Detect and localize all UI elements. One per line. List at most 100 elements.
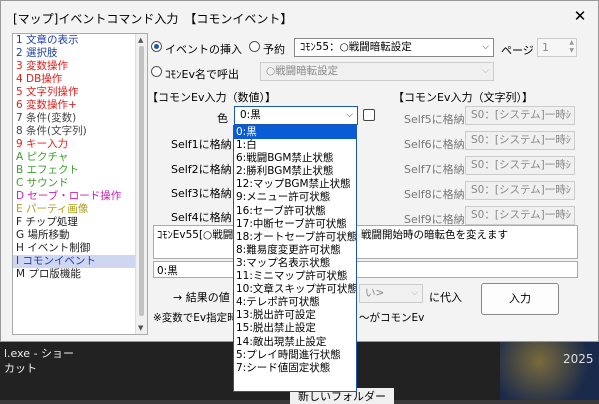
color-option[interactable]: 15:脱出禁止設定 [234, 322, 356, 335]
sidebar-item[interactable]: 1 文章の表示 [13, 34, 135, 47]
close-icon[interactable]: ✕ [568, 4, 592, 28]
sidebar-item[interactable]: 3 変数操作 [13, 60, 135, 73]
color-select-value: 0:黒 [240, 109, 261, 121]
input-button[interactable]: 入力 [481, 283, 559, 315]
self9-select[interactable]: S0：[システム]一時ｼ ⌵ [465, 206, 575, 225]
color-option[interactable]: 17:中断セーブ許可状態 [234, 218, 356, 231]
chevron-down-icon: ⌵ [411, 288, 418, 298]
chevron-down-icon: ⌵ [563, 210, 570, 220]
description-box: ｺﾓﾝEv55[○戦闘 戦闘開始時の暗転色を変えます [153, 225, 578, 259]
window-title: [マップ]イベントコマンド入力 【コモンイベント】 [13, 12, 293, 26]
self7-select[interactable]: S0：[システム]一時ｼ ⌵ [465, 156, 575, 175]
sidebar-item[interactable]: 9 キー入力 [13, 138, 135, 151]
color-option[interactable]: 5:プレイ時間進行状態 [234, 349, 356, 362]
chevron-down-icon: ⌵ [482, 42, 489, 52]
common-event-select-value: ｺﾓﾝ55：○戦闘暗転設定 [300, 41, 412, 53]
sidebar-item[interactable]: E パーティ画像 [13, 203, 135, 216]
color-select[interactable]: 0:黒 ⌵ [234, 106, 358, 125]
result-label: → 結果の値 [173, 291, 230, 304]
color-option[interactable]: 16:セーブ許可状態 [234, 205, 356, 218]
description-value-box: 0:黒 [153, 261, 578, 278]
color-option[interactable]: 4:テレポ許可状態 [234, 296, 356, 309]
color-checkbox[interactable] [363, 109, 375, 121]
input-button-label: 入力 [509, 292, 531, 305]
chevron-down-icon: ⌵ [563, 185, 570, 195]
self5-value: S0：[システム]一時ｼ [471, 109, 571, 121]
sidebar-item[interactable]: B エフェクト [13, 164, 135, 177]
sidebar-item[interactable]: D セーブ・ロード操作 [13, 190, 135, 203]
color-option[interactable]: 18:オートセーブ許可状態 [234, 231, 356, 244]
event-insert-radio[interactable] [151, 41, 162, 52]
color-label: 色 [217, 112, 228, 125]
color-option[interactable]: 8:難易度変更許可状態 [234, 244, 356, 257]
self6-label: Self6に格納 [404, 138, 465, 151]
sidebar-item[interactable]: C サウンド [13, 177, 135, 190]
sidebar-item[interactable]: H イベント制御 [13, 242, 135, 255]
page-spinner[interactable]: 1 ▲ ▼ [537, 38, 577, 57]
reserve-radio[interactable] [249, 41, 260, 52]
command-list[interactable]: 1 文章の表示 2 選択肢 3 変数操作 4 DB操作 5 文字列操作 6 変数操作+ 7 … [12, 33, 148, 335]
color-dropdown-list[interactable]: 0:黒 1:白 6:戦闘BGM禁止状態 2:勝利BGM禁止状態 12:マップBGM禁止状… [233, 125, 357, 392]
self8-value: S0：[システム]一時ｼ [471, 184, 571, 196]
scroll-thumb[interactable] [139, 46, 144, 316]
description-value: 0:黒 [157, 265, 178, 277]
call-by-name-select[interactable]: ○戦闘暗転設定 ⌵ [260, 62, 494, 81]
chevron-down-icon: ⌵ [563, 135, 570, 145]
call-by-name-radio[interactable] [151, 66, 162, 77]
sidebar-item[interactable]: 8 条件(文字列) [13, 125, 135, 138]
scroll-up-icon[interactable]: ▲ [138, 36, 143, 44]
common-event-select[interactable]: ｺﾓﾝ55：○戦闘暗転設定 ⌵ [294, 38, 494, 57]
scroll-down-icon[interactable]: ▼ [138, 324, 143, 332]
self5-select[interactable]: S0：[システム]一時ｼ ⌵ [465, 106, 575, 125]
string-input-header: 【コモンEv入力（文字列）】 [393, 91, 533, 104]
desktop-shortcut-label[interactable]: l.exe - ショー [4, 345, 74, 361]
reserve-label: 予約 [263, 43, 285, 56]
sidebar-item[interactable]: G 場所移動 [13, 229, 135, 242]
sidebar-item[interactable]: 5 文字列操作 [13, 86, 135, 99]
event-insert-label: イベントの挿入 [165, 43, 242, 56]
sidebar-item[interactable]: 6 変数操作+ [13, 99, 135, 112]
color-option[interactable]: 11:ミニマップ許可状態 [234, 270, 356, 283]
color-option[interactable]: 0:黒 [234, 126, 356, 140]
color-option[interactable]: 14:敵出現禁止設定 [234, 336, 356, 349]
color-option[interactable]: 9:メニュー許可状態 [234, 191, 356, 204]
color-option[interactable]: 3:マップ名表示状態 [234, 257, 356, 270]
title-bar: [マップ]イベントコマンド入力 【コモンイベント】 ✕ [1, 1, 598, 33]
chevron-down-icon: ⌵ [482, 66, 489, 76]
sidebar-item[interactable]: M プロ版機能 [13, 268, 135, 281]
color-option[interactable]: 13:脱出許可設定 [234, 309, 356, 322]
note-right: ～がコモンEv [359, 312, 425, 324]
sidebar-item[interactable]: I コモンイベント [13, 255, 135, 268]
self6-select[interactable]: S0：[システム]一時ｼ ⌵ [465, 131, 575, 150]
desktop-year-text: 2025 [563, 352, 594, 366]
color-option[interactable]: 10:文章スキップ許可状態 [234, 283, 356, 296]
self5-label: Self5に格納 [404, 113, 465, 126]
page-label: ページ [501, 44, 534, 57]
note-left: ※変数でEv指定時 [153, 312, 238, 324]
sidebar-item[interactable]: 2 選択肢 [13, 47, 135, 60]
color-option[interactable]: 7:シード値固定状態 [234, 362, 356, 375]
sidebar-item[interactable]: A ピクチャ [13, 151, 135, 164]
color-option[interactable]: 1:白 [234, 139, 356, 152]
chevron-down-icon: ⌵ [346, 110, 353, 120]
numeric-input-header: 【コモンEv入力（数値）】 [147, 91, 276, 104]
command-list-scrollbar[interactable]: ▲ ▼ [135, 34, 147, 334]
self9-value: S0：[システム]一時ｼ [471, 209, 571, 221]
self8-select[interactable]: S0：[システム]一時ｼ ⌵ [465, 181, 575, 200]
spinner-arrows-icon[interactable]: ▲ ▼ [569, 39, 574, 55]
self1-label: Self1に格納 [171, 138, 232, 151]
desktop-shortcut-sublabel: カット [4, 362, 37, 375]
description-left: ｺﾓﾝEv55[○戦闘 [157, 229, 234, 241]
self7-label: Self7に格納 [404, 163, 465, 176]
self4-label: Self4に格納 [171, 211, 232, 224]
result-variable-value: い> [365, 287, 385, 299]
sidebar-item[interactable]: 7 条件(変数) [13, 112, 135, 125]
sidebar-item[interactable]: F チップ処理 [13, 216, 135, 229]
result-variable-select[interactable]: い> ⌵ [359, 284, 423, 303]
chevron-down-icon: ⌵ [563, 110, 570, 120]
color-option[interactable]: 6:戦闘BGM禁止状態 [234, 152, 356, 165]
sidebar-item[interactable]: 4 DB操作 [13, 73, 135, 86]
self8-label: Self8に格納 [404, 188, 465, 201]
color-option[interactable]: 2:勝利BGM禁止状態 [234, 165, 356, 178]
color-option[interactable]: 12:マップBGM禁止状態 [234, 178, 356, 191]
